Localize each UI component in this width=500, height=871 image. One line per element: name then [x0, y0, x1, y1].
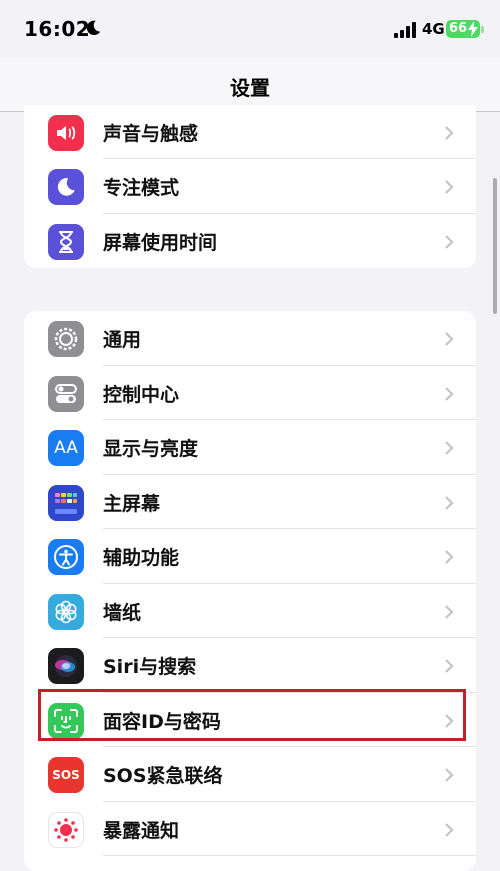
chevron-right-icon: [445, 495, 454, 510]
settings-item-label: 主屏幕: [103, 492, 161, 515]
settings-item-label: 屏幕使用时间: [103, 231, 218, 254]
sos-icon-text: SOS: [52, 768, 80, 782]
settings-item-home-screen[interactable]: 主屏幕: [24, 475, 476, 529]
chevron-right-icon: [445, 768, 454, 782]
battery-icon: 66: [446, 20, 484, 38]
settings-item-general[interactable]: 通用: [24, 311, 476, 366]
settings-item-label: SOS紧急联络: [103, 765, 223, 787]
page-title: 设置: [230, 76, 270, 100]
settings-item-label: 声音与触感: [103, 123, 199, 145]
hourglass-icon: [48, 223, 84, 260]
settings-item-label: 辅助功能: [103, 547, 180, 569]
chevron-right-icon: [445, 332, 454, 346]
settings-item-accessibility[interactable]: 辅助功能: [24, 529, 476, 584]
chevron-right-icon: [445, 126, 454, 140]
home-grid-icon: [48, 484, 84, 521]
text-size-icon: AA: [48, 430, 84, 466]
chevron-right-icon: [445, 386, 454, 401]
status-time: 16:02: [24, 17, 91, 41]
chevron-right-icon: [445, 604, 454, 619]
settings-group-1: 声音与触感 专注模式 屏幕使用时间: [24, 105, 476, 268]
chevron-right-icon: [445, 550, 454, 564]
settings-item-focus[interactable]: 专注模式: [24, 159, 476, 214]
moon-icon: [48, 169, 84, 205]
navigation-bar: 设置: [0, 58, 500, 112]
moon-icon: [86, 20, 101, 36]
settings-item-sounds[interactable]: 声音与触感: [24, 105, 476, 159]
chevron-right-icon: [445, 822, 454, 837]
highlight-box: [38, 689, 466, 741]
flower-icon: [48, 593, 84, 630]
settings-item-wallpaper[interactable]: 墙纸: [24, 584, 476, 638]
scroll-indicator: [493, 178, 497, 314]
settings-item-label: Siri与搜索: [103, 656, 197, 678]
status-bar: 16:02 4G 66: [0, 0, 500, 58]
network-type: 4G: [422, 20, 445, 38]
accessibility-icon: [48, 539, 84, 575]
settings-item-label: 显示与亮度: [103, 438, 199, 460]
speaker-icon: [48, 115, 84, 151]
settings-group-2: 通用 控制中心 AA 显示与亮度 主屏幕 辅助功能 墙纸 Siri与搜索 面容I…: [24, 311, 476, 871]
chevron-right-icon: [445, 180, 454, 194]
settings-item-exposure-notifications[interactable]: 暴露通知: [24, 802, 476, 856]
settings-item-screen-time[interactable]: 屏幕使用时间: [24, 214, 476, 269]
settings-item-label: 通用: [103, 329, 142, 351]
chevron-right-icon: [445, 659, 454, 673]
settings-item-label: 专注模式: [103, 177, 180, 199]
chevron-right-icon: [445, 234, 454, 249]
settings-item-siri[interactable]: Siri与搜索: [24, 638, 476, 693]
signal-icon: [394, 22, 416, 38]
settings-item-label: 控制中心: [103, 383, 180, 406]
gear-icon: [48, 321, 84, 357]
chevron-right-icon: [445, 441, 454, 455]
settings-item-label: 墙纸: [103, 601, 142, 624]
charging-icon: [468, 21, 478, 37]
settings-item-emergency-sos[interactable]: SOS SOS紧急联络: [24, 747, 476, 802]
settings-item-control-center[interactable]: 控制中心: [24, 366, 476, 420]
toggles-icon: [48, 375, 84, 412]
settings-item-label: 暴露通知: [103, 819, 180, 842]
settings-item-display[interactable]: AA 显示与亮度: [24, 420, 476, 475]
siri-icon: [48, 648, 84, 684]
battery-level: 66: [449, 21, 468, 36]
sos-icon: SOS: [48, 757, 84, 793]
exposure-icon: [48, 811, 84, 848]
